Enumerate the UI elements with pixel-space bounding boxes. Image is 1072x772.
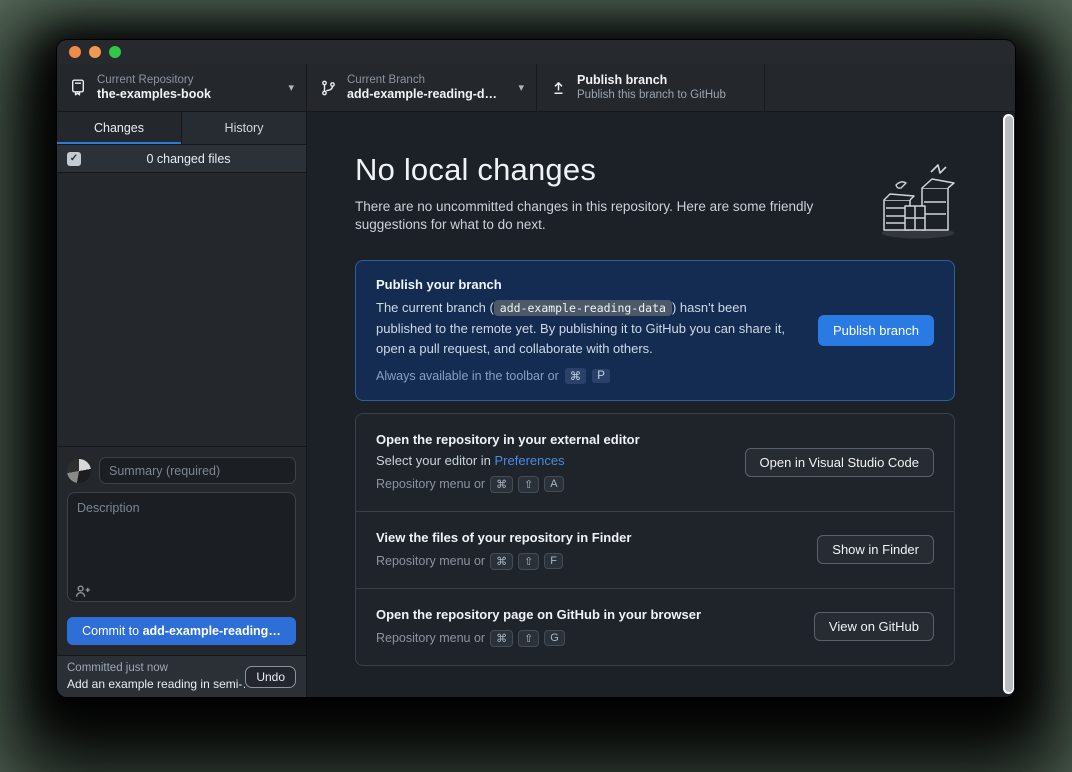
- undo-button[interactable]: Undo: [245, 666, 296, 688]
- committed-message: Add an example reading in semi-…: [67, 676, 245, 692]
- current-repository-dropdown[interactable]: Current Repository the-examples-book ▾: [57, 64, 307, 111]
- no-changes-boxes-illustration: [874, 156, 962, 244]
- current-repository-text: Current Repository the-examples-book: [97, 73, 282, 103]
- key-cmd: ⌘: [565, 368, 587, 384]
- user-avatar: [67, 459, 91, 483]
- committed-status: Committed just now: [67, 661, 245, 677]
- suggestions-group: Open the repository in your external edi…: [355, 413, 955, 666]
- sidebar-tabs: Changes History: [57, 112, 306, 145]
- git-branch-icon: [319, 80, 337, 96]
- tab-changes[interactable]: Changes: [57, 112, 181, 144]
- close-button[interactable]: [69, 46, 81, 58]
- publish-panel-body: The current branch (add-example-reading-…: [376, 298, 796, 358]
- suggestion-title: View the files of your repository in Fin…: [376, 530, 803, 545]
- publish-body-pre: The current branch (: [376, 300, 494, 315]
- upload-arrow-icon: [549, 80, 567, 96]
- toolbar: Current Repository the-examples-book ▾ C…: [57, 64, 1015, 112]
- editor-line-pre: Select your editor in: [376, 453, 495, 468]
- changed-files-count: 0 changed files: [81, 152, 296, 166]
- minimize-button[interactable]: [89, 46, 101, 58]
- chevron-down-icon: ▾: [518, 81, 524, 94]
- publish-subtitle: Publish this branch to GitHub: [577, 88, 752, 102]
- publish-footer-text: Always available in the toolbar or: [376, 369, 559, 383]
- key-p: P: [592, 369, 610, 383]
- committed-text: Committed just now Add an example readin…: [67, 661, 245, 693]
- key-shift: ⇧: [518, 476, 539, 493]
- commit-button[interactable]: Commit to add-example-reading…: [67, 617, 296, 645]
- main-content: No local changes There are no uncommitte…: [307, 112, 1015, 697]
- app-window: Current Repository the-examples-book ▾ C…: [57, 40, 1015, 697]
- key-cmd: ⌘: [490, 630, 513, 647]
- suggestion-title: Open the repository page on GitHub in yo…: [376, 607, 800, 622]
- suggestion-shortcut: Repository menu or ⌘ ⇧ F: [376, 553, 803, 570]
- commit-button-prefix: Commit to: [82, 624, 142, 638]
- commit-summary-input[interactable]: [99, 457, 296, 484]
- chevron-down-icon: ▾: [288, 81, 294, 94]
- key-f: F: [544, 553, 563, 569]
- suggestion-title: Open the repository in your external edi…: [376, 432, 731, 447]
- changed-files-row: ✓ 0 changed files: [57, 145, 306, 173]
- key-cmd: ⌘: [490, 476, 513, 493]
- branch-name: add-example-reading-d…: [347, 87, 512, 103]
- changes-file-list: [57, 173, 306, 446]
- key-shift: ⇧: [518, 553, 539, 570]
- suggestion-open-editor: Open the repository in your external edi…: [356, 414, 954, 511]
- open-in-editor-button[interactable]: Open in Visual Studio Code: [745, 448, 934, 477]
- toolbar-empty-area: [765, 64, 1015, 111]
- show-in-finder-button[interactable]: Show in Finder: [817, 535, 934, 564]
- repository-label: Current Repository: [97, 73, 282, 87]
- key-a: A: [544, 476, 563, 492]
- view-on-github-button[interactable]: View on GitHub: [814, 612, 934, 641]
- publish-panel-footer: Always available in the toolbar or ⌘ P: [376, 368, 802, 384]
- branch-name-chip: add-example-reading-data: [494, 300, 672, 316]
- scrollbar-thumb[interactable]: [1005, 116, 1013, 692]
- shortcut-label: Repository menu or: [376, 477, 485, 491]
- publish-branch-panel: Publish your branch The current branch (…: [355, 260, 955, 400]
- repo-book-icon: [69, 79, 87, 96]
- shortcut-label: Repository menu or: [376, 554, 485, 568]
- shortcut-label: Repository menu or: [376, 631, 485, 645]
- zoom-button[interactable]: [109, 46, 121, 58]
- commit-description-input[interactable]: [67, 492, 296, 602]
- suggestion-editor-line: Select your editor in Preferences: [376, 453, 731, 468]
- commit-button-branch: add-example-reading…: [143, 624, 281, 638]
- publish-branch-toolbar-text: Publish branch Publish this branch to Gi…: [577, 73, 752, 103]
- sidebar: Changes History ✓ 0 changed files: [57, 112, 307, 697]
- scrollbar[interactable]: [1003, 114, 1014, 694]
- suggestion-shortcut: Repository menu or ⌘ ⇧ G: [376, 630, 800, 647]
- current-branch-text: Current Branch add-example-reading-d…: [347, 73, 512, 103]
- select-all-checkbox[interactable]: ✓: [67, 152, 81, 166]
- person-plus-icon[interactable]: [75, 584, 91, 599]
- suggestion-view-on-github: Open the repository page on GitHub in yo…: [356, 588, 954, 665]
- publish-branch-button[interactable]: Publish branch: [818, 315, 934, 346]
- page-subtitle: There are no uncommitted changes in this…: [355, 198, 875, 234]
- suggestion-shortcut: Repository menu or ⌘ ⇧ A: [376, 476, 731, 493]
- commit-form: Commit to add-example-reading…: [57, 446, 306, 655]
- page-title: No local changes: [355, 152, 955, 188]
- key-shift: ⇧: [518, 630, 539, 647]
- publish-branch-toolbar-button[interactable]: Publish branch Publish this branch to Gi…: [537, 64, 765, 111]
- publish-panel-title: Publish your branch: [376, 277, 802, 292]
- repository-name: the-examples-book: [97, 87, 282, 103]
- titlebar: [57, 40, 1015, 64]
- publish-title: Publish branch: [577, 73, 752, 89]
- branch-label: Current Branch: [347, 73, 512, 87]
- committed-status-row: Committed just now Add an example readin…: [57, 655, 306, 697]
- key-cmd: ⌘: [490, 553, 513, 570]
- suggestion-show-in-finder: View the files of your repository in Fin…: [356, 511, 954, 588]
- tab-history[interactable]: History: [181, 112, 306, 144]
- key-g: G: [544, 630, 565, 646]
- preferences-link[interactable]: Preferences: [495, 453, 565, 468]
- current-branch-dropdown[interactable]: Current Branch add-example-reading-d… ▾: [307, 64, 537, 111]
